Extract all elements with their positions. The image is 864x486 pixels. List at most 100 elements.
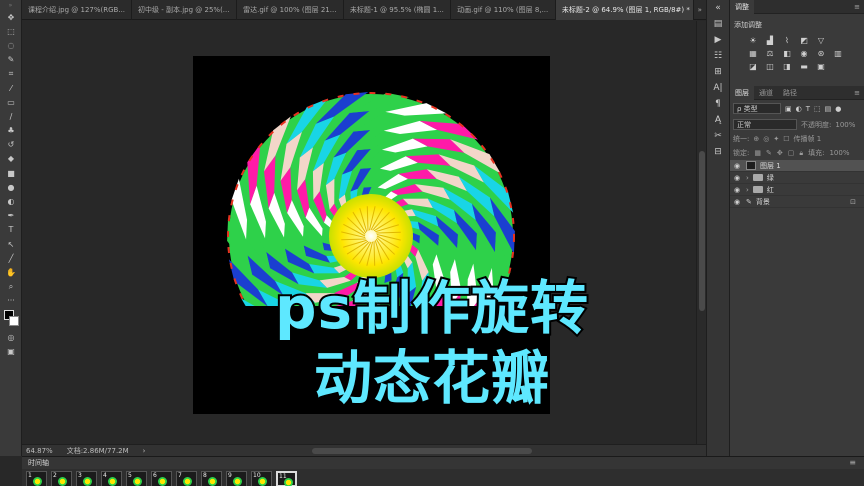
character-icon[interactable]: A| xyxy=(707,80,729,96)
blend-mode-select[interactable]: 正常 xyxy=(733,119,797,130)
dodge-tool-icon[interactable]: ◐ xyxy=(0,194,22,208)
unify-visibility-icon[interactable]: ◎ xyxy=(763,135,769,143)
line-tool-icon[interactable]: ╱ xyxy=(0,251,22,265)
tabs-overflow-icon[interactable]: » xyxy=(694,0,706,19)
lock-artboard-icon[interactable]: ▢ xyxy=(788,149,795,157)
opacity-value[interactable]: 100% xyxy=(835,121,855,129)
curves-icon[interactable]: ⌇ xyxy=(782,36,792,45)
properties-icon[interactable]: ☷ xyxy=(707,48,729,64)
layer-row[interactable]: ◉ 图层 1 xyxy=(730,160,864,172)
path-select-icon[interactable]: ↖ xyxy=(0,237,22,251)
brush-tool-icon[interactable]: ∕ xyxy=(0,109,22,123)
layer-row[interactable]: ◉ › 红 xyxy=(730,184,864,196)
brightness-icon[interactable]: ☀ xyxy=(748,36,758,45)
timeline-frame[interactable]: 1 xyxy=(26,471,47,486)
selective-color-icon[interactable]: ▣ xyxy=(816,62,826,71)
visibility-eye-icon[interactable]: ◉ xyxy=(734,162,742,170)
timeline-frame[interactable]: 11 xyxy=(276,471,297,486)
magic-wand-icon[interactable]: ✎ xyxy=(0,53,22,67)
vibrance-icon[interactable]: ▽ xyxy=(816,36,826,45)
toolbar-grip-icon[interactable]: » xyxy=(0,0,21,10)
lasso-tool-icon[interactable]: ◌ xyxy=(0,38,22,52)
timeline-frame[interactable]: 6 xyxy=(151,471,172,486)
invert-icon[interactable]: ◪ xyxy=(748,62,758,71)
crop-tool-icon[interactable]: ⌗ xyxy=(0,67,22,81)
panel-menu-icon[interactable]: ≡ xyxy=(854,89,864,97)
channel-mixer-icon[interactable]: ⊛ xyxy=(816,49,826,58)
color-lookup-icon[interactable]: ▥ xyxy=(833,49,843,58)
tab-layers[interactable]: 图层 xyxy=(730,85,754,100)
tab-doc-1[interactable]: 课程介绍.jpg @ 127%(RGB...× xyxy=(22,0,133,20)
move-tool-icon[interactable]: ✥ xyxy=(0,10,22,24)
tab-doc-2[interactable]: 初中级 - 副本.jpg @ 25%(...× xyxy=(132,0,238,20)
layer-filter-select[interactable]: ρ 类型 xyxy=(733,103,781,114)
type-tool-icon[interactable]: T xyxy=(0,223,22,237)
glyphs-icon[interactable]: Ą xyxy=(707,112,729,128)
timeline-frame[interactable]: 4 xyxy=(101,471,122,486)
hue-saturation-icon[interactable]: ▦ xyxy=(748,49,758,58)
tab-doc-5[interactable]: 动画.gif @ 110% (图层 8,...× xyxy=(451,0,556,20)
layer-row[interactable]: ◉ › 绿 xyxy=(730,172,864,184)
gradient-map-icon[interactable]: ▬ xyxy=(799,62,809,71)
lock-paint-icon[interactable]: ✎ xyxy=(766,149,772,157)
timeline-frame[interactable]: 5 xyxy=(126,471,147,486)
timeline-frame[interactable]: 2 xyxy=(51,471,72,486)
lock-pixels-icon[interactable]: ▦ xyxy=(754,149,761,157)
status-arrow-icon[interactable]: › xyxy=(143,447,146,455)
visibility-eye-icon[interactable]: ◉ xyxy=(734,174,742,182)
unify-position-icon[interactable]: ⊕ xyxy=(753,135,759,143)
history-brush-icon[interactable]: ↺ xyxy=(0,138,22,152)
timeline-frame[interactable]: 10 xyxy=(251,471,272,486)
lock-position-icon[interactable]: ✥ xyxy=(777,149,783,157)
timeline-frame[interactable]: 7 xyxy=(176,471,197,486)
pixel-filter-icon[interactable]: ▣ xyxy=(785,105,792,113)
panel-menu-icon[interactable]: ≡ xyxy=(854,3,864,11)
visibility-eye-icon[interactable]: ◉ xyxy=(734,198,742,206)
clone-source-icon[interactable]: ⊟ xyxy=(707,144,729,160)
visibility-eye-icon[interactable]: ◉ xyxy=(734,186,742,194)
collapse-icon[interactable]: « xyxy=(707,0,729,16)
eraser-tool-icon[interactable]: ◆ xyxy=(0,152,22,166)
eyedropper-icon[interactable]: ⁄ xyxy=(0,81,22,95)
healing-brush-icon[interactable]: ▭ xyxy=(0,95,22,109)
gradient-tool-icon[interactable]: ■ xyxy=(0,166,22,180)
lock-all-icon[interactable]: 🔒︎ xyxy=(799,149,803,158)
swatch-panel-icon[interactable]: ⊞ xyxy=(707,64,729,80)
tab-doc-6[interactable]: 未标题-2 @ 64.9% (图层 1, RGB/8#) *× xyxy=(555,0,694,20)
pen-tool-icon[interactable]: ✒ xyxy=(0,209,22,223)
unify-style-icon[interactable]: ✦ xyxy=(773,135,779,143)
black-white-icon[interactable]: ◧ xyxy=(782,49,792,58)
timeline-frame[interactable]: 3 xyxy=(76,471,97,486)
tool-presets-icon[interactable]: ✂ xyxy=(707,128,729,144)
exposure-icon[interactable]: ◩ xyxy=(799,36,809,45)
posterize-icon[interactable]: ◫ xyxy=(765,62,775,71)
tab-channels[interactable]: 通道 xyxy=(754,86,778,100)
filter-toggle-icon[interactable]: ● xyxy=(835,105,841,113)
tab-paths[interactable]: 路径 xyxy=(778,86,802,100)
tab-doc-4[interactable]: 未标题-1 @ 95.5% (椭圆 1...× xyxy=(344,0,452,20)
levels-icon[interactable]: ▟ xyxy=(765,36,775,45)
tab-adjustments[interactable]: 调整 xyxy=(730,0,754,14)
adjust-filter-icon[interactable]: ◐ xyxy=(796,105,802,113)
chevron-right-icon[interactable]: › xyxy=(746,174,749,182)
type-filter-icon[interactable]: T xyxy=(806,105,810,113)
smart-filter-icon[interactable]: ▤ xyxy=(825,105,832,113)
photo-filter-icon[interactable]: ◉ xyxy=(799,49,809,58)
layer-row[interactable]: ◉ ✎ 背景 ⊡ xyxy=(730,196,864,208)
stamp-tool-icon[interactable]: ♣ xyxy=(0,124,22,138)
panel-menu-icon[interactable]: ≡ xyxy=(849,458,856,467)
propagate-checkbox[interactable]: ☐ xyxy=(783,135,789,143)
color-balance-icon[interactable]: ⚖ xyxy=(765,49,775,58)
zoom-level[interactable]: 64.87% xyxy=(26,447,53,455)
horizontal-scrollbar[interactable] xyxy=(312,448,532,454)
timeline-frame[interactable]: 9 xyxy=(226,471,247,486)
chevron-right-icon[interactable]: › xyxy=(746,186,749,194)
paragraph-icon[interactable]: ¶ xyxy=(707,96,729,112)
timeline-title[interactable]: 时间轴 xyxy=(28,458,49,468)
timeline-frame[interactable]: 8 xyxy=(201,471,222,486)
fill-value[interactable]: 100% xyxy=(829,149,849,157)
blur-tool-icon[interactable]: ● xyxy=(0,180,22,194)
history-icon[interactable]: ▤ xyxy=(707,16,729,32)
threshold-icon[interactable]: ◨ xyxy=(782,62,792,71)
actions-icon[interactable]: ▶ xyxy=(707,32,729,48)
